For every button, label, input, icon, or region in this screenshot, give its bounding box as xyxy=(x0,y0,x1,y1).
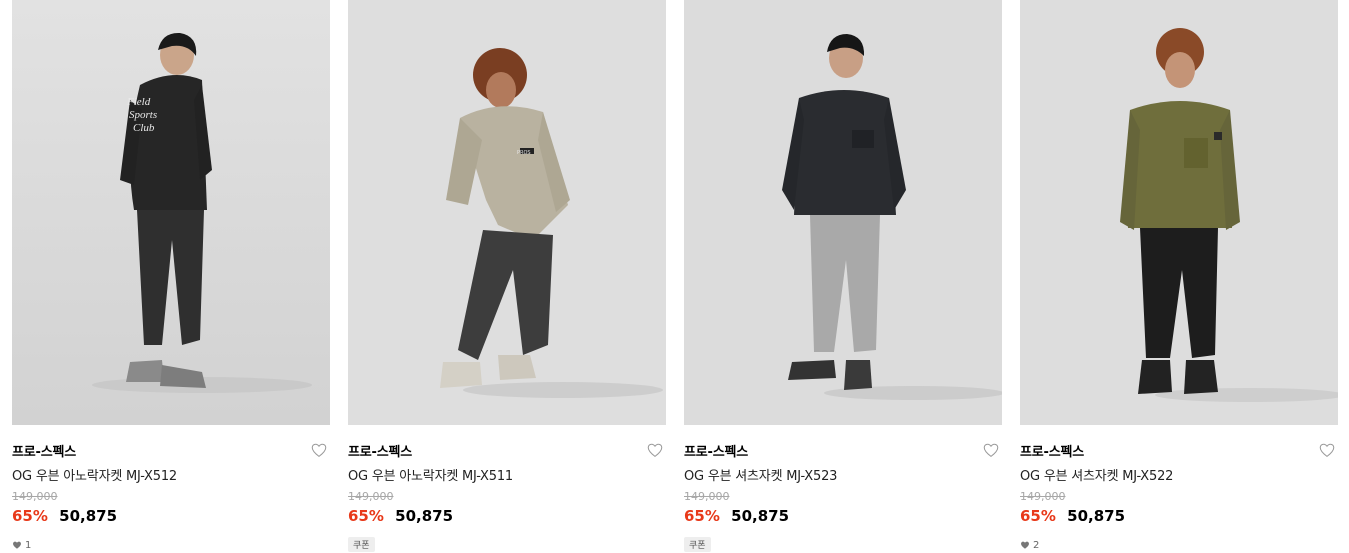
product-name[interactable]: OG 우븐 셔츠자켓 MJ-X522 xyxy=(1020,465,1173,484)
like-heart-icon[interactable] xyxy=(646,441,664,459)
product-card[interactable]: PROS 프로-스펙스 OG 우븐 아노락자켓 MJ-X511 149,000 … xyxy=(348,0,666,552)
product-image[interactable]: PROS xyxy=(348,0,666,425)
discount-rate: 65% xyxy=(684,507,720,525)
product-photo-model-shirt-jacket-black xyxy=(684,0,1002,425)
product-name[interactable]: OG 우븐 아노락자켓 MJ-X511 xyxy=(348,465,513,484)
product-image[interactable]: Field Sports Club xyxy=(12,0,330,425)
sale-price: 50,875 xyxy=(731,507,790,525)
price-row: 65% 50,875 xyxy=(684,507,789,525)
product-photo-model-back-view: Field Sports Club xyxy=(12,0,330,425)
discount-rate: 65% xyxy=(1020,507,1056,525)
product-card[interactable]: 프로-스펙스 OG 우븐 셔츠자켓 MJ-X523 149,000 65% 50… xyxy=(684,0,1002,552)
product-photo-model-shirt-jacket-khaki xyxy=(1020,0,1338,425)
product-grid: Field Sports Club 프로-스펙스 OG 우븐 아노락자켓 MJ-… xyxy=(0,0,1349,552)
brand-name[interactable]: 프로-스펙스 xyxy=(348,441,412,460)
coupon-badge: 쿠폰 xyxy=(348,537,375,552)
like-heart-icon[interactable] xyxy=(1318,441,1336,459)
price-row: 65% 50,875 xyxy=(12,507,117,525)
product-image[interactable] xyxy=(684,0,1002,425)
product-name[interactable]: OG 우븐 셔츠자켓 MJ-X523 xyxy=(684,465,837,484)
like-count: 1 xyxy=(12,538,31,552)
price-row: 65% 50,875 xyxy=(348,507,453,525)
product-photo-model-anorak: PROS xyxy=(348,0,666,425)
product-name[interactable]: OG 우븐 아노락자켓 MJ-X512 xyxy=(12,465,177,484)
product-card[interactable]: 프로-스펙스 OG 우븐 셔츠자켓 MJ-X522 149,000 65% 50… xyxy=(1020,0,1338,552)
product-image[interactable] xyxy=(1020,0,1338,425)
original-price: 149,000 xyxy=(1020,490,1066,503)
discount-rate: 65% xyxy=(12,507,48,525)
like-heart-icon[interactable] xyxy=(310,441,328,459)
jacket-print-text: Field xyxy=(126,96,151,108)
brand-name[interactable]: 프로-스펙스 xyxy=(12,441,76,460)
price-row: 65% 50,875 xyxy=(1020,507,1125,525)
brand-name[interactable]: 프로-스펙스 xyxy=(684,441,748,460)
brand-name[interactable]: 프로-스펙스 xyxy=(1020,441,1084,460)
sale-price: 50,875 xyxy=(1067,507,1126,525)
discount-rate: 65% xyxy=(348,507,384,525)
like-count: 2 xyxy=(1020,538,1039,552)
original-price: 149,000 xyxy=(12,490,58,503)
sale-price: 50,875 xyxy=(59,507,118,525)
chest-logo-text: PROS xyxy=(517,150,531,156)
product-card[interactable]: Field Sports Club 프로-스펙스 OG 우븐 아노락자켓 MJ-… xyxy=(12,0,330,552)
sale-price: 50,875 xyxy=(395,507,454,525)
svg-text:Club: Club xyxy=(133,122,155,134)
coupon-badge: 쿠폰 xyxy=(684,537,711,552)
svg-text:Sports: Sports xyxy=(129,109,157,121)
original-price: 149,000 xyxy=(348,490,394,503)
like-heart-icon[interactable] xyxy=(982,441,1000,459)
original-price: 149,000 xyxy=(684,490,730,503)
